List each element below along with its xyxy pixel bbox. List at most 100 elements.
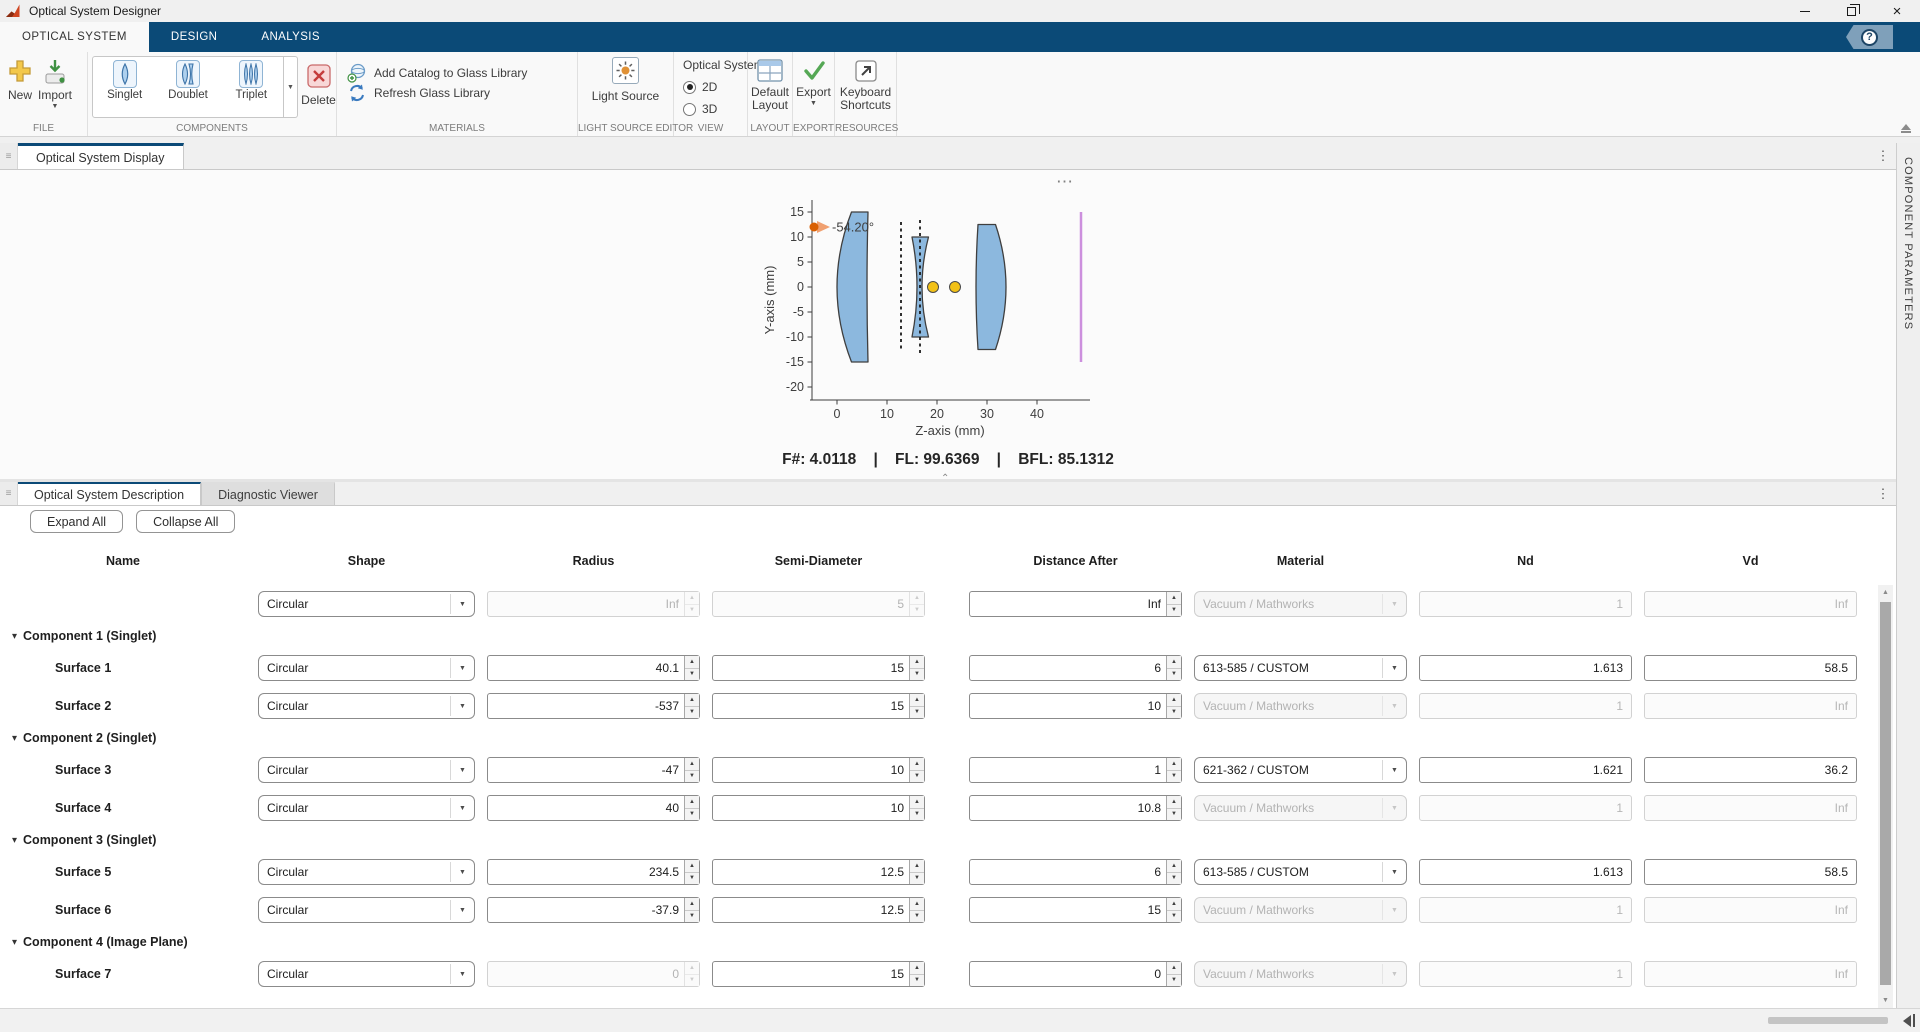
spin-down-icon[interactable]: ▼ (910, 771, 924, 783)
dropdown-arrow-zone[interactable]: ▼ (450, 658, 474, 678)
spin-up-icon[interactable]: ▲ (910, 962, 924, 975)
panel-grip-handle[interactable]: ≡ (0, 482, 18, 505)
field-angle-cone-icon[interactable] (817, 221, 830, 233)
scrollbar-thumb[interactable] (1880, 602, 1891, 985)
spin-up-icon[interactable]: ▲ (685, 898, 699, 911)
material-select[interactable]: 621-362 / CUSTOM▼ (1194, 757, 1407, 783)
spin-down-icon[interactable]: ▼ (685, 911, 699, 923)
refresh-glass-library-button[interactable]: Refresh Glass Library (347, 83, 577, 103)
panel-menu-button[interactable]: ⋮ (1870, 143, 1896, 169)
distance-after-input[interactable]: 1▲▼ (969, 757, 1182, 783)
spin-up-icon[interactable]: ▲ (1167, 796, 1181, 809)
distance-after-input[interactable]: Inf▲▼ (969, 591, 1182, 617)
restore-button[interactable] (1828, 0, 1874, 22)
spin-up-icon[interactable]: ▲ (1167, 592, 1181, 605)
delete-button[interactable]: Delete (300, 57, 337, 107)
distance-after-input[interactable]: 0▲▼ (969, 961, 1182, 987)
dropdown-arrow-zone[interactable]: ▼ (450, 696, 474, 716)
distance-after-input[interactable]: 10.8▲▼ (969, 795, 1182, 821)
spin-up-icon[interactable]: ▲ (1167, 962, 1181, 975)
collapse-caret-icon[interactable]: ▾ (12, 937, 17, 948)
spin-down-icon[interactable]: ▼ (1167, 771, 1181, 783)
component-parameters-strip[interactable]: COMPONENT PARAMETERS (1896, 143, 1920, 1008)
shape-select[interactable]: Circular▼ (258, 859, 475, 885)
dropdown-arrow-zone[interactable]: ▼ (1382, 658, 1406, 678)
help-button[interactable]: ? (1846, 25, 1893, 49)
tab-analysis[interactable]: ANALYSIS (239, 22, 342, 52)
spin-up-icon[interactable]: ▲ (1167, 758, 1181, 771)
spin-up-icon[interactable]: ▲ (685, 656, 699, 669)
panel-grip-handle[interactable]: ≡ (0, 143, 18, 169)
spin-up-icon[interactable]: ▲ (910, 758, 924, 771)
dropdown-arrow-zone[interactable]: ▼ (450, 900, 474, 920)
tab-diagnostic-viewer[interactable]: Diagnostic Viewer (201, 482, 335, 505)
tab-design[interactable]: DESIGN (149, 22, 240, 52)
collapse-panel-left-icon[interactable] (1903, 1014, 1916, 1027)
gallery-dropdown-button[interactable]: ▼ (284, 56, 298, 118)
component-group-row[interactable]: ▾Component 2 (Singlet) (0, 725, 1857, 751)
spin-up-icon[interactable]: ▲ (685, 796, 699, 809)
optical-layout-plot[interactable]: 15 10 5 0 -5 -10 -15 -20 0 10 20 30 40 Y… (760, 190, 1130, 440)
triplet-button[interactable]: Triplet (220, 57, 283, 117)
spin-down-icon[interactable]: ▼ (910, 669, 924, 681)
component-group-row[interactable]: ▾Component 3 (Singlet) (0, 827, 1857, 853)
dropdown-arrow-zone[interactable]: ▼ (450, 862, 474, 882)
dropdown-arrow-zone[interactable]: ▼ (450, 964, 474, 984)
shape-select[interactable]: Circular▼ (258, 655, 475, 681)
semi-diameter-input[interactable]: 12.5▲▼ (712, 897, 925, 923)
dropdown-arrow-zone[interactable]: ▼ (450, 594, 474, 614)
nd-input[interactable]: 1.613 (1419, 859, 1632, 885)
nd-input[interactable]: 1.613 (1419, 655, 1632, 681)
shape-select[interactable]: Circular▼ (258, 757, 475, 783)
dropdown-arrow-zone[interactable]: ▼ (1382, 760, 1406, 780)
doublet-button[interactable]: Doublet (156, 57, 219, 117)
shape-select[interactable]: Circular▼ (258, 961, 475, 987)
vd-input[interactable]: 58.5 (1644, 655, 1857, 681)
spin-down-icon[interactable]: ▼ (910, 809, 924, 821)
collapse-ribbon-button[interactable] (1899, 124, 1913, 133)
spin-up-icon[interactable]: ▲ (1167, 656, 1181, 669)
axes-toolbar-ellipsis[interactable]: ⋯ (1056, 172, 1074, 192)
radius-input[interactable]: -37.9▲▼ (487, 897, 700, 923)
radius-input[interactable]: 40▲▼ (487, 795, 700, 821)
radius-input[interactable]: -537▲▼ (487, 693, 700, 719)
semi-diameter-input[interactable]: 12.5▲▼ (712, 859, 925, 885)
radio-3d[interactable]: 3D (683, 102, 747, 116)
semi-diameter-input[interactable]: 10▲▼ (712, 757, 925, 783)
add-catalog-button[interactable]: Add Catalog to Glass Library (347, 63, 577, 83)
singlet-button[interactable]: Singlet (93, 57, 156, 117)
minimize-button[interactable] (1782, 0, 1828, 22)
distance-after-input[interactable]: 15▲▼ (969, 897, 1182, 923)
spin-down-icon[interactable]: ▼ (1167, 873, 1181, 885)
spin-down-icon[interactable]: ▼ (1167, 707, 1181, 719)
lens-1[interactable] (837, 212, 868, 362)
distance-after-input[interactable]: 6▲▼ (969, 655, 1182, 681)
spin-down-icon[interactable]: ▼ (1167, 911, 1181, 923)
import-dropdown-icon[interactable]: ▼ (52, 103, 59, 110)
panel-menu-button[interactable]: ⋮ (1870, 482, 1896, 505)
spin-up-icon[interactable]: ▲ (685, 758, 699, 771)
collapse-caret-icon[interactable]: ▾ (12, 733, 17, 744)
material-select[interactable]: 613-585 / CUSTOM▼ (1194, 859, 1407, 885)
spin-down-icon[interactable]: ▼ (685, 809, 699, 821)
dropdown-arrow-zone[interactable]: ▼ (450, 798, 474, 818)
expand-all-button[interactable]: Expand All (30, 510, 123, 533)
tab-optical-system[interactable]: OPTICAL SYSTEM (0, 22, 149, 52)
spin-down-icon[interactable]: ▼ (1167, 605, 1181, 617)
collapse-all-button[interactable]: Collapse All (136, 510, 235, 533)
spin-down-icon[interactable]: ▼ (685, 669, 699, 681)
dropdown-arrow-zone[interactable]: ▼ (1382, 862, 1406, 882)
scroll-down-icon[interactable]: ▼ (1878, 993, 1893, 1008)
spin-up-icon[interactable]: ▲ (910, 656, 924, 669)
spin-up-icon[interactable]: ▲ (1167, 898, 1181, 911)
spin-down-icon[interactable]: ▼ (1167, 669, 1181, 681)
spin-down-icon[interactable]: ▼ (685, 873, 699, 885)
spin-up-icon[interactable]: ▲ (1167, 694, 1181, 707)
table-vertical-scrollbar[interactable]: ▲ ▼ (1878, 585, 1893, 1008)
tab-optical-system-display[interactable]: Optical System Display (18, 143, 184, 169)
close-button[interactable]: × (1874, 0, 1920, 22)
component-group-row[interactable]: ▾Component 1 (Singlet) (0, 623, 1857, 649)
semi-diameter-input[interactable]: 15▲▼ (712, 961, 925, 987)
vd-input[interactable]: 58.5 (1644, 859, 1857, 885)
spin-up-icon[interactable]: ▲ (1167, 860, 1181, 873)
